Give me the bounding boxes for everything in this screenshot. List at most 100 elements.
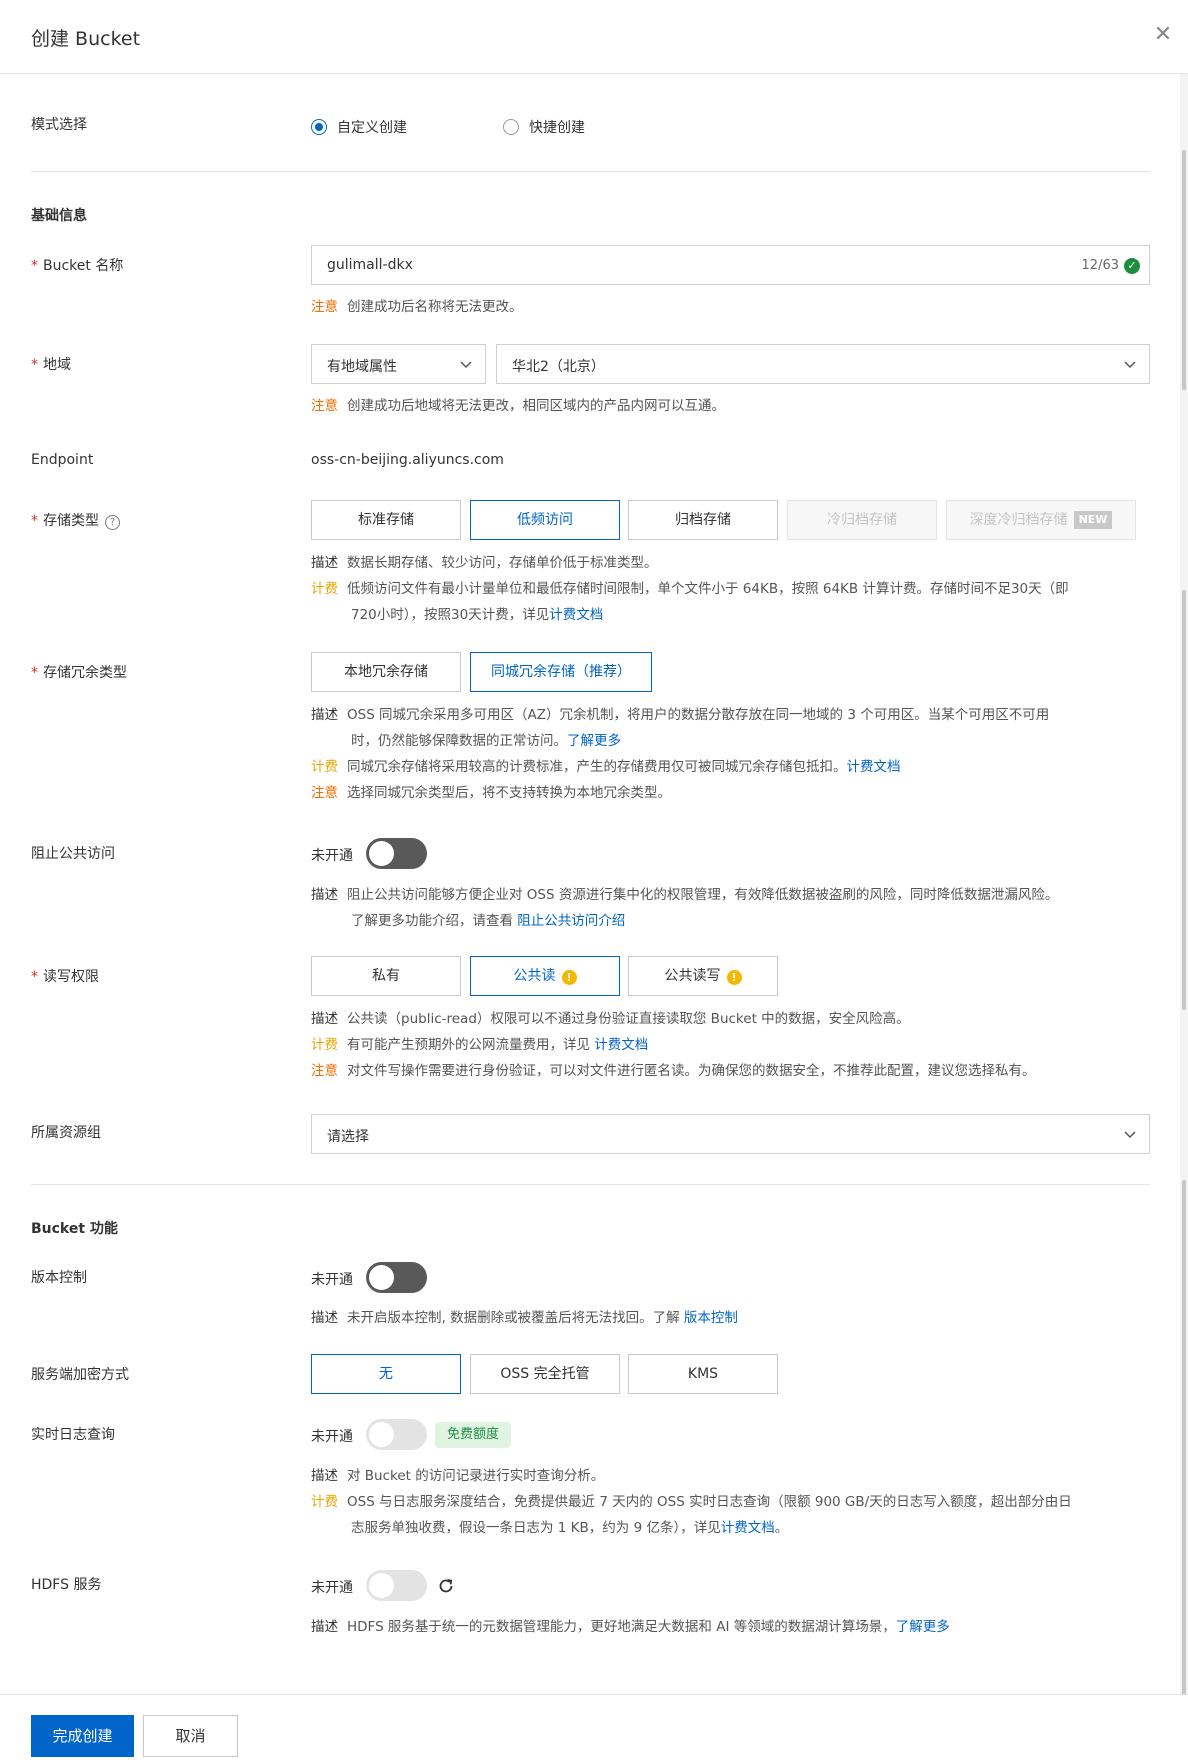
switch-knob [369, 1422, 394, 1447]
help-icon[interactable]: ? [105, 515, 120, 530]
learn-more-link[interactable]: 了解更多 [896, 1619, 950, 1635]
radio-quick-create[interactable]: 快捷创建 [503, 117, 585, 137]
bucket-name-value: gulimall-dkx [327, 257, 413, 273]
resource-group-select[interactable]: 请选择 [311, 1114, 1150, 1154]
acl-option-public-read[interactable]: 公共读! [470, 956, 620, 996]
radio-label: 自定义创建 [337, 120, 407, 136]
encryption-option-none[interactable]: 无 [311, 1354, 461, 1394]
redundancy-label: * 存储冗余类型 [31, 665, 127, 681]
versioning-hint: 描述 未开启版本控制, 数据删除或被覆盖后将无法找回。了解 版本控制 [311, 1310, 738, 1326]
switch-status: 未开通 [311, 848, 353, 864]
region-select[interactable]: 华北2（北京） [496, 344, 1150, 384]
scrollbar-thumb[interactable] [1182, 150, 1186, 390]
close-icon[interactable]: ✕ [1152, 24, 1174, 46]
storage-option-standard[interactable]: 标准存储 [311, 500, 461, 540]
check-circle-icon: ✓ [1124, 258, 1140, 274]
scrollbar-thumb[interactable] [1182, 1375, 1186, 1695]
chevron-down-icon [1124, 1131, 1136, 1139]
radio-label: 快捷创建 [529, 120, 585, 136]
mode-label: 模式选择 [31, 117, 87, 133]
bucket-name-note: 注意 创建成功后名称将无法更改。 [311, 299, 523, 315]
region-note: 注意 创建成功后地域将无法更改，相同区域内的产品内网可以互通。 [311, 398, 725, 414]
learn-more-link[interactable]: 了解更多 [567, 733, 621, 749]
versioning-switch[interactable] [366, 1262, 427, 1293]
hdfs-hint: 描述 HDFS 服务基于统一的元数据管理能力，更好地满足大数据和 AI 等领域的数… [311, 1619, 950, 1635]
dialog-header: 创建 Bucket ✕ [0, 0, 1188, 74]
switch-status: 未开通 [311, 1272, 353, 1288]
resource-group-placeholder: 请选择 [327, 1129, 369, 1145]
scrollbar-thumb[interactable] [1182, 1180, 1186, 1380]
endpoint-value: oss-cn-beijing.aliyuncs.com [311, 452, 504, 468]
acl-option-private[interactable]: 私有 [311, 956, 461, 996]
storage-class-hints: 描述 数据长期存储、较少访问，存储单价低于标准类型。 计费 低频访问文件有最小计量单… [311, 555, 1069, 623]
versioning-label: 版本控制 [31, 1270, 87, 1286]
bucket-name-input[interactable]: gulimall-dkx 12/63 ✓ [311, 245, 1150, 285]
confirm-create-button[interactable]: 完成创建 [31, 1715, 134, 1757]
realtime-log-hints: 描述对 Bucket 的访问记录进行实时查询分析。 计费 OSS 与日志服务深度结… [311, 1468, 1072, 1536]
section-title-basic: 基础信息 [31, 208, 87, 224]
char-counter: 12/63 [1081, 258, 1119, 273]
endpoint-label: Endpoint [31, 452, 94, 468]
warning-icon: ! [726, 970, 742, 985]
fee-doc-link[interactable]: 计费文档 [847, 759, 901, 775]
required-mark: * [31, 969, 38, 985]
acl-hints: 描述 公共读（public-read）权限可以不通过身份验证直接读取您 Bucke… [311, 1011, 1036, 1079]
hdfs-switch [366, 1570, 427, 1601]
block-public-hints: 描述 阻止公共访问能够方便企业对 OSS 资源进行集中化的权限管理，有效降低数据被… [311, 887, 1059, 929]
hdfs-label: HDFS 服务 [31, 1577, 102, 1593]
realtime-log-switch [366, 1419, 427, 1450]
switch-knob [369, 1265, 394, 1290]
new-badge: NEW [1073, 511, 1113, 529]
fee-doc-link[interactable]: 计费文档 [721, 1520, 775, 1536]
storage-option-deep-cold-archive: 深度冷归档存储 NEW [946, 500, 1136, 540]
required-mark: * [31, 357, 38, 373]
redundancy-hints: 描述 OSS 同城冗余采用多可用区（AZ）冗余机制，将用户的数据分散存放在同一地域… [311, 707, 1050, 801]
bucket-name-label: * Bucket 名称 [31, 258, 124, 274]
redundancy-option-lrs[interactable]: 本地冗余存储 [311, 652, 461, 692]
switch-status: 未开通 [311, 1580, 353, 1596]
encryption-option-oss-managed[interactable]: OSS 完全托管 [470, 1354, 620, 1394]
storage-option-ia[interactable]: 低频访问 [470, 500, 620, 540]
block-public-switch[interactable] [366, 838, 427, 869]
switch-status: 未开通 [311, 1429, 353, 1445]
block-public-label: 阻止公共访问 [31, 846, 115, 862]
fee-doc-link[interactable]: 计费文档 [549, 607, 603, 623]
warning-icon: ! [561, 970, 577, 985]
redundancy-option-zrs[interactable]: 同城冗余存储（推荐） [470, 652, 652, 692]
storage-class-label: * 存储类型? [31, 510, 120, 530]
dialog-footer: 完成创建 取消 [0, 1694, 1188, 1764]
chevron-down-icon [1124, 361, 1136, 369]
fee-doc-link[interactable]: 计费文档 [594, 1037, 648, 1053]
cancel-button[interactable]: 取消 [143, 1715, 238, 1757]
refresh-icon[interactable] [437, 1577, 455, 1595]
encryption-option-kms[interactable]: KMS [628, 1354, 778, 1394]
block-public-intro-link[interactable]: 阻止公共访问介绍 [517, 913, 625, 929]
storage-option-cold-archive: 冷归档存储 [787, 500, 937, 540]
acl-option-public-read-write[interactable]: 公共读写! [628, 956, 778, 996]
switch-knob [369, 1573, 394, 1598]
region-attr-value: 有地域属性 [327, 359, 397, 375]
realtime-log-label: 实时日志查询 [31, 1427, 115, 1443]
region-label: * 地域 [31, 357, 71, 373]
chevron-down-icon [460, 361, 472, 369]
section-title-features: Bucket 功能 [31, 1221, 118, 1237]
radio-custom-create[interactable]: 自定义创建 [311, 117, 407, 137]
encryption-label: 服务端加密方式 [31, 1367, 129, 1383]
radio-dot [503, 119, 519, 135]
scrollbar-thumb[interactable] [1182, 590, 1186, 1010]
acl-label: * 读写权限 [31, 969, 99, 985]
divider [31, 171, 1150, 172]
resource-group-label: 所属资源组 [31, 1125, 101, 1141]
region-attr-select[interactable]: 有地域属性 [311, 344, 486, 384]
versioning-link[interactable]: 版本控制 [684, 1310, 738, 1326]
divider [31, 1184, 1150, 1185]
switch-knob [369, 841, 394, 866]
free-quota-badge: 免费额度 [435, 1422, 512, 1448]
required-mark: * [31, 258, 38, 274]
region-value: 华北2（北京） [512, 359, 605, 375]
required-mark: * [31, 665, 38, 681]
storage-option-archive[interactable]: 归档存储 [628, 500, 778, 540]
dialog-title: 创建 Bucket [31, 28, 141, 50]
required-mark: * [31, 513, 38, 529]
radio-dot [311, 119, 327, 135]
